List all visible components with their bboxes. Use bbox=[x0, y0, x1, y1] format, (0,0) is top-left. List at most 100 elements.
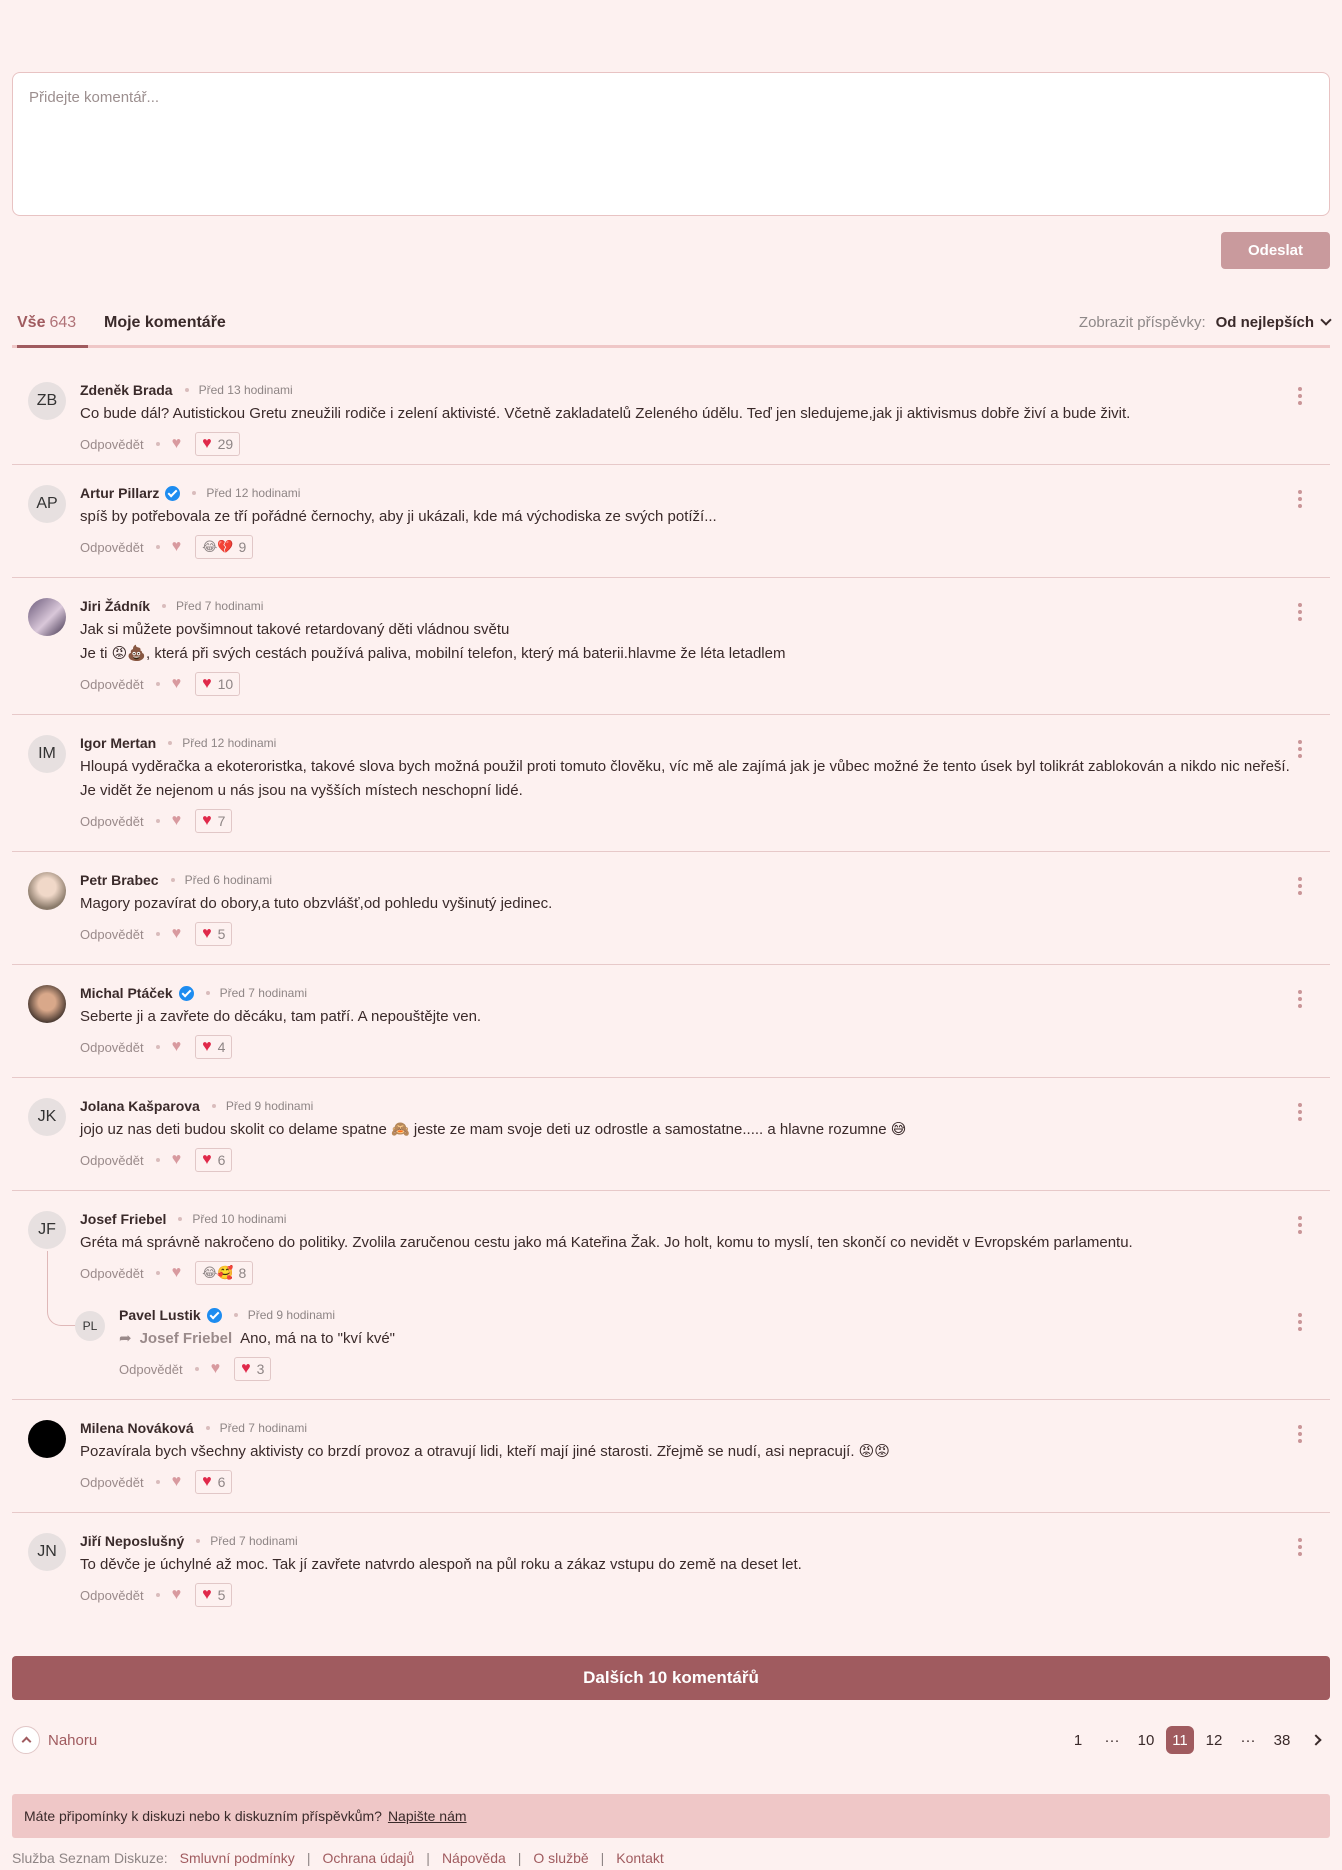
more-options-icon[interactable] bbox=[1298, 490, 1302, 511]
reaction-count-badge[interactable]: 😂🥰 8 bbox=[195, 1261, 254, 1285]
comment-input[interactable] bbox=[29, 89, 1313, 199]
reply-button[interactable]: Odpovědět bbox=[80, 540, 144, 555]
load-more-comments-button[interactable]: Dalších 10 komentářů bbox=[12, 1656, 1330, 1700]
footer-link-terms[interactable]: Smluvní podmínky bbox=[180, 1850, 295, 1866]
avatar[interactable] bbox=[28, 872, 66, 910]
reaction-count-badge[interactable]: ♥ 4 bbox=[195, 1035, 233, 1059]
author-name[interactable]: Petr Brabec bbox=[80, 872, 159, 888]
avatar[interactable] bbox=[28, 1420, 66, 1458]
reaction-count-badge[interactable]: ♥ 7 bbox=[195, 809, 233, 833]
heart-icon: ♥ bbox=[241, 1360, 251, 1377]
author-name[interactable]: Pavel Lustik bbox=[119, 1307, 201, 1323]
comment-composer[interactable] bbox=[12, 72, 1330, 216]
reaction-count-badge[interactable]: ♥ 5 bbox=[195, 922, 233, 946]
like-heart-icon[interactable]: ♥ bbox=[172, 1151, 182, 1169]
chevron-up-icon[interactable] bbox=[12, 1726, 40, 1754]
avatar[interactable]: JK bbox=[28, 1098, 66, 1136]
feedback-link[interactable]: Napište nám bbox=[388, 1808, 467, 1824]
like-heart-icon[interactable]: ♥ bbox=[172, 812, 182, 830]
reply-button[interactable]: Odpovědět bbox=[80, 927, 144, 942]
reply-button[interactable]: Odpovědět bbox=[80, 1040, 144, 1055]
more-options-icon[interactable] bbox=[1298, 1103, 1302, 1124]
like-heart-icon[interactable]: ♥ bbox=[172, 1473, 182, 1491]
more-options-icon[interactable] bbox=[1298, 1425, 1302, 1446]
author-name[interactable]: Zdeněk Brada bbox=[80, 382, 173, 398]
page-10[interactable]: 10 bbox=[1132, 1726, 1160, 1754]
reply-button[interactable]: Odpovědět bbox=[80, 1153, 144, 1168]
avatar[interactable]: AP bbox=[28, 485, 66, 523]
reply-button[interactable]: Odpovědět bbox=[80, 677, 144, 692]
like-heart-icon[interactable]: ♥ bbox=[172, 435, 182, 453]
like-heart-icon[interactable]: ♥ bbox=[172, 1586, 182, 1604]
sort-selector[interactable]: Zobrazit příspěvky: Od nejlepších bbox=[1079, 314, 1332, 331]
tab-all[interactable]: Vše 643 bbox=[17, 314, 88, 348]
chevron-right-icon[interactable] bbox=[1310, 1734, 1322, 1746]
reaction-count-badge[interactable]: ♥ 3 bbox=[234, 1357, 272, 1381]
author-name[interactable]: Jiri Žádník bbox=[80, 598, 150, 614]
avatar[interactable]: IM bbox=[28, 735, 66, 773]
avatar[interactable]: JN bbox=[28, 1533, 66, 1571]
chevron-down-icon[interactable] bbox=[1320, 314, 1332, 326]
reaction-count-badge[interactable]: ♥ 10 bbox=[195, 672, 241, 696]
tab-my-comments[interactable]: Moje komentáře bbox=[104, 314, 226, 332]
reply-button[interactable]: Odpovědět bbox=[80, 1588, 144, 1603]
page-11-current[interactable]: 11 bbox=[1166, 1726, 1194, 1754]
timestamp: Před 7 hodinami bbox=[210, 1534, 298, 1548]
avatar[interactable]: ZB bbox=[28, 382, 66, 420]
author-name[interactable]: Michal Ptáček bbox=[80, 985, 173, 1001]
comment-text: Jak si můžete povšimnout takové retardov… bbox=[80, 618, 1300, 666]
reply-to-name[interactable]: Josef Friebel bbox=[140, 1330, 233, 1347]
more-options-icon[interactable] bbox=[1298, 1538, 1302, 1559]
author-name[interactable]: Artur Pillarz bbox=[80, 485, 159, 501]
reaction-count-badge[interactable]: ♥ 6 bbox=[195, 1148, 233, 1172]
avatar[interactable] bbox=[28, 598, 66, 636]
like-heart-icon[interactable]: ♥ bbox=[172, 1038, 182, 1056]
more-options-icon[interactable] bbox=[1298, 603, 1302, 624]
separator-dot bbox=[155, 932, 160, 936]
like-heart-icon[interactable]: ♥ bbox=[172, 675, 182, 693]
separator-dot bbox=[205, 991, 210, 995]
footer-link-privacy[interactable]: Ochrana údajů bbox=[322, 1850, 414, 1866]
send-button[interactable]: Odeslat bbox=[1221, 232, 1330, 269]
reaction-count: 6 bbox=[217, 1474, 226, 1490]
like-heart-icon[interactable]: ♥ bbox=[172, 1264, 182, 1282]
page-12[interactable]: 12 bbox=[1200, 1726, 1228, 1754]
more-options-icon[interactable] bbox=[1298, 387, 1302, 408]
footer-link-about[interactable]: O službě bbox=[533, 1850, 588, 1866]
more-options-icon[interactable] bbox=[1298, 1216, 1302, 1237]
author-name[interactable]: Igor Mertan bbox=[80, 735, 156, 751]
reply-button[interactable]: Odpovědět bbox=[80, 1266, 144, 1281]
like-heart-icon[interactable]: ♥ bbox=[211, 1360, 221, 1378]
footer-link-help[interactable]: Nápověda bbox=[442, 1850, 506, 1866]
reaction-count-badge[interactable]: 😂💔 9 bbox=[195, 535, 254, 559]
more-options-icon[interactable] bbox=[1298, 990, 1302, 1011]
back-to-top-link[interactable]: Nahoru bbox=[12, 1726, 97, 1754]
author-name[interactable]: Josef Friebel bbox=[80, 1211, 166, 1227]
author-name[interactable]: Jolana Kašparova bbox=[80, 1098, 200, 1114]
back-to-top-label[interactable]: Nahoru bbox=[48, 1732, 97, 1749]
more-options-icon[interactable] bbox=[1298, 877, 1302, 898]
avatar[interactable] bbox=[28, 985, 66, 1023]
page-38[interactable]: 38 bbox=[1268, 1726, 1296, 1754]
author-name[interactable]: Jiří Neposlušný bbox=[80, 1533, 184, 1549]
comment-text: Magory pozavírat do obory,a tuto obzvláš… bbox=[80, 892, 1300, 916]
reply-button[interactable]: Odpovědět bbox=[80, 1475, 144, 1490]
like-heart-icon[interactable]: ♥ bbox=[172, 925, 182, 943]
author-name[interactable]: Milena Nováková bbox=[80, 1420, 194, 1436]
page-1[interactable]: 1 bbox=[1064, 1726, 1092, 1754]
more-options-icon[interactable] bbox=[1298, 740, 1302, 761]
reaction-count-badge[interactable]: ♥ 5 bbox=[195, 1583, 233, 1607]
like-heart-icon[interactable]: ♥ bbox=[172, 538, 182, 556]
footer-link-contact[interactable]: Kontakt bbox=[616, 1850, 663, 1866]
reply-button[interactable]: Odpovědět bbox=[119, 1362, 183, 1377]
reply-button[interactable]: Odpovědět bbox=[80, 437, 144, 452]
sort-value[interactable]: Od nejlepších bbox=[1216, 314, 1314, 331]
avatar[interactable]: PL bbox=[75, 1311, 105, 1341]
next-page-button[interactable] bbox=[1302, 1726, 1330, 1754]
heart-icon: ♥ bbox=[202, 1586, 212, 1603]
reply-button[interactable]: Odpovědět bbox=[80, 814, 144, 829]
avatar[interactable]: JF bbox=[28, 1211, 66, 1249]
reaction-count-badge[interactable]: ♥ 29 bbox=[195, 432, 241, 456]
more-options-icon[interactable] bbox=[1298, 1313, 1302, 1334]
reaction-count-badge[interactable]: ♥ 6 bbox=[195, 1470, 233, 1494]
